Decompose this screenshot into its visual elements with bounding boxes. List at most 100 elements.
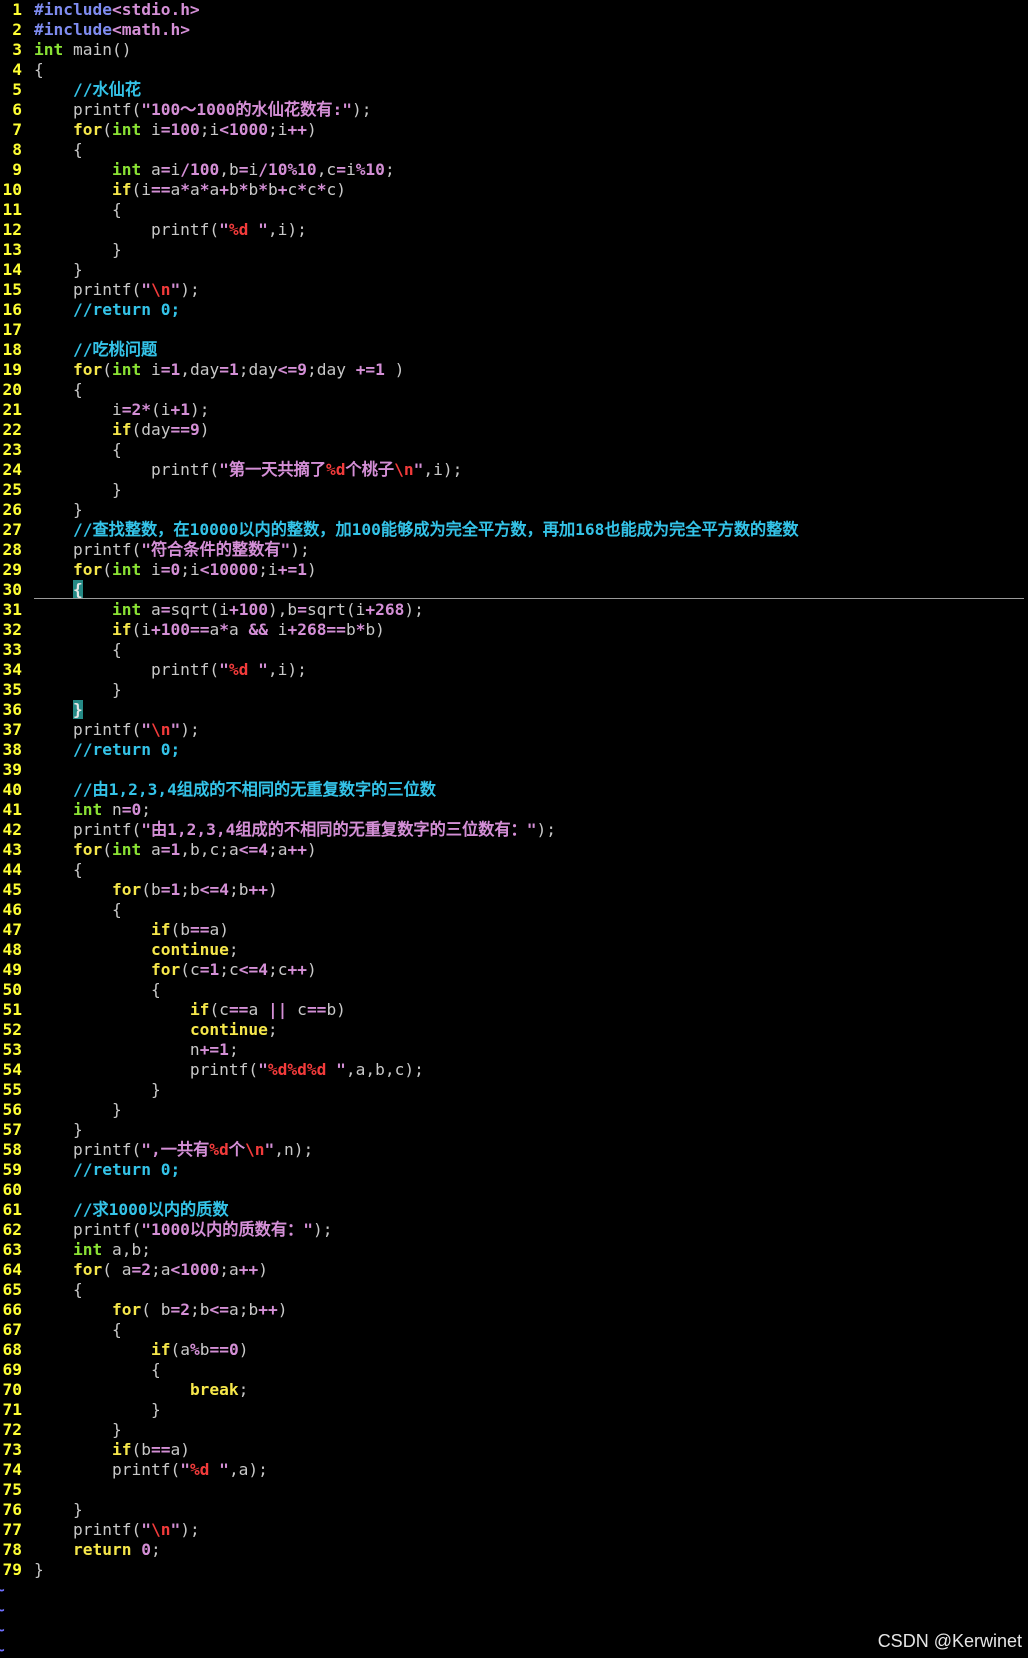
code-line[interactable]: 5 //水仙花	[0, 80, 1028, 100]
code-text[interactable]: printf("%d ",i);	[34, 220, 307, 240]
code-text[interactable]: {	[34, 200, 122, 220]
code-line[interactable]: 49 for(c=1;c<=4;c++)	[0, 960, 1028, 980]
code-text[interactable]: {	[34, 860, 83, 880]
code-text[interactable]: printf(",一共有%d个\n",n);	[34, 1140, 313, 1160]
code-line[interactable]: 39	[0, 760, 1028, 780]
code-line[interactable]: 53 n+=1;	[0, 1040, 1028, 1060]
code-line[interactable]: 3 int main()	[0, 40, 1028, 60]
code-text[interactable]: int a,b;	[34, 1240, 151, 1260]
code-text[interactable]: for(int i=100;i<1000;i++)	[34, 120, 317, 140]
code-line[interactable]: 16 //return 0;	[0, 300, 1028, 320]
code-text[interactable]: }	[34, 240, 122, 260]
vim-editor[interactable]: 1 #include<stdio.h> 2 #include<math.h> 3 int …	[0, 0, 1028, 1658]
code-text[interactable]: {	[34, 1320, 122, 1340]
code-line[interactable]: 14 }	[0, 260, 1028, 280]
code-text[interactable]: int n=0;	[34, 800, 151, 820]
code-text[interactable]: if(i+100==a*a && i+268==b*b)	[34, 620, 385, 640]
code-text[interactable]: //吃桃问题	[34, 340, 157, 360]
code-text[interactable]: printf("\n");	[34, 1520, 200, 1540]
code-line[interactable]: 33 {	[0, 640, 1028, 660]
code-line[interactable]: 68 if(a%b==0)	[0, 1340, 1028, 1360]
code-line[interactable]: 48 continue;	[0, 940, 1028, 960]
code-text[interactable]: #include<math.h>	[34, 20, 190, 40]
code-line[interactable]: 4{	[0, 60, 1028, 80]
code-text[interactable]: n+=1;	[34, 1040, 239, 1060]
code-text[interactable]: {	[34, 900, 122, 920]
code-line[interactable]: 38 //return 0;	[0, 740, 1028, 760]
code-line[interactable]: 40 //由1,2,3,4组成的不相同的无重复数字的三位数	[0, 780, 1028, 800]
code-line[interactable]: 66 for( b=2;b<=a;b++)	[0, 1300, 1028, 1320]
code-text[interactable]: //查找整数，在10000以内的整数，加100能够成为完全平方数，再加168也能…	[34, 520, 799, 540]
code-line[interactable]: 62 printf("1000以内的质数有：");	[0, 1220, 1028, 1240]
code-text[interactable]: //return 0;	[34, 1160, 180, 1180]
code-text[interactable]: printf("符合条件的整数有");	[34, 540, 310, 560]
code-line[interactable]: 11 {	[0, 200, 1028, 220]
code-text[interactable]: }	[34, 480, 122, 500]
code-line[interactable]: 35 }	[0, 680, 1028, 700]
code-text[interactable]: if(i==a*a*a+b*b*b+c*c*c)	[34, 180, 346, 200]
code-line[interactable]: 15 printf("\n");	[0, 280, 1028, 300]
code-text[interactable]: printf("%d ",i);	[34, 660, 307, 680]
code-line[interactable]: 74 printf("%d ",a);	[0, 1460, 1028, 1480]
code-text[interactable]: printf("第一天共摘了%d个桃子\n",i);	[34, 460, 462, 480]
code-line[interactable]: 26 }	[0, 500, 1028, 520]
code-line[interactable]: 50 {	[0, 980, 1028, 1000]
code-text[interactable]: for(int i=1,day=1;day<=9;day +=1 )	[34, 360, 404, 380]
code-line[interactable]: 28 printf("符合条件的整数有");	[0, 540, 1028, 560]
code-line[interactable]: 67 {	[0, 1320, 1028, 1340]
code-text[interactable]: i=2*(i+1);	[34, 400, 210, 420]
code-text[interactable]: if(c==a || c==b)	[34, 1000, 346, 1020]
code-text[interactable]: }	[34, 1100, 122, 1120]
code-line[interactable]: 63 int a,b;	[0, 1240, 1028, 1260]
code-line[interactable]: 75	[0, 1480, 1028, 1500]
code-line[interactable]: 51 if(c==a || c==b)	[0, 1000, 1028, 1020]
code-text[interactable]: }	[34, 700, 83, 720]
code-line[interactable]: 54 printf("%d%d%d ",a,b,c);	[0, 1060, 1028, 1080]
code-text[interactable]: int main()	[34, 40, 131, 60]
code-text[interactable]: //由1,2,3,4组成的不相同的无重复数字的三位数	[34, 780, 436, 800]
code-line[interactable]: 57 }	[0, 1120, 1028, 1140]
code-line[interactable]: 78 return 0;	[0, 1540, 1028, 1560]
code-text[interactable]: continue;	[34, 1020, 278, 1040]
code-line[interactable]: 43 for(int a=1,b,c;a<=4;a++)	[0, 840, 1028, 860]
code-line[interactable]: 31 int a=sqrt(i+100),b=sqrt(i+268);	[0, 600, 1028, 620]
code-text[interactable]: }	[34, 1420, 122, 1440]
code-line[interactable]: 6 printf("100～1000的水仙花数有:");	[0, 100, 1028, 120]
code-text[interactable]: }	[34, 680, 122, 700]
code-line[interactable]: 19 for(int i=1,day=1;day<=9;day +=1 )	[0, 360, 1028, 380]
code-text[interactable]: for( b=2;b<=a;b++)	[34, 1300, 288, 1320]
code-text[interactable]: //return 0;	[34, 740, 180, 760]
code-line[interactable]: 55 }	[0, 1080, 1028, 1100]
code-text[interactable]: printf("\n");	[34, 280, 200, 300]
code-text[interactable]: {	[34, 980, 161, 1000]
code-line[interactable]: 72 }	[0, 1420, 1028, 1440]
code-line[interactable]: 29 for(int i=0;i<10000;i+=1)	[0, 560, 1028, 580]
code-text[interactable]: for(int i=0;i<10000;i+=1)	[34, 560, 317, 580]
code-text[interactable]: printf("100～1000的水仙花数有:");	[34, 100, 372, 120]
code-line[interactable]: 1 #include<stdio.h>	[0, 0, 1028, 20]
code-text[interactable]: printf("%d%d%d ",a,b,c);	[34, 1060, 424, 1080]
code-text[interactable]: for(int a=1,b,c;a<=4;a++)	[34, 840, 317, 860]
code-line[interactable]: 9 int a=i/100,b=i/10%10,c=i%10;	[0, 160, 1028, 180]
code-text[interactable]: if(a%b==0)	[34, 1340, 249, 1360]
code-text[interactable]: {	[34, 440, 122, 460]
code-line[interactable]: 76 }	[0, 1500, 1028, 1520]
code-text[interactable]: }	[34, 1400, 161, 1420]
code-line[interactable]: 70 break;	[0, 1380, 1028, 1400]
code-text[interactable]: {	[34, 640, 122, 660]
code-line[interactable]: 45 for(b=1;b<=4;b++)	[0, 880, 1028, 900]
code-line[interactable]: 27 //查找整数，在10000以内的整数，加100能够成为完全平方数，再加16…	[0, 520, 1028, 540]
code-text[interactable]: }	[34, 1120, 83, 1140]
code-text[interactable]: continue;	[34, 940, 239, 960]
code-text[interactable]: int a=sqrt(i+100),b=sqrt(i+268);	[34, 600, 424, 620]
code-line[interactable]: 20 {	[0, 380, 1028, 400]
code-line[interactable]: 77 printf("\n");	[0, 1520, 1028, 1540]
code-line[interactable]: 34 printf("%d ",i);	[0, 660, 1028, 680]
code-line[interactable]: 24 printf("第一天共摘了%d个桃子\n",i);	[0, 460, 1028, 480]
code-text[interactable]: break;	[34, 1380, 248, 1400]
code-text[interactable]: return 0;	[34, 1540, 161, 1560]
code-line[interactable]: 10 if(i==a*a*a+b*b*b+c*c*c)	[0, 180, 1028, 200]
code-text[interactable]: printf("\n");	[34, 720, 200, 740]
code-text[interactable]: printf("%d ",a);	[34, 1460, 268, 1480]
code-line[interactable]: 7 for(int i=100;i<1000;i++)	[0, 120, 1028, 140]
